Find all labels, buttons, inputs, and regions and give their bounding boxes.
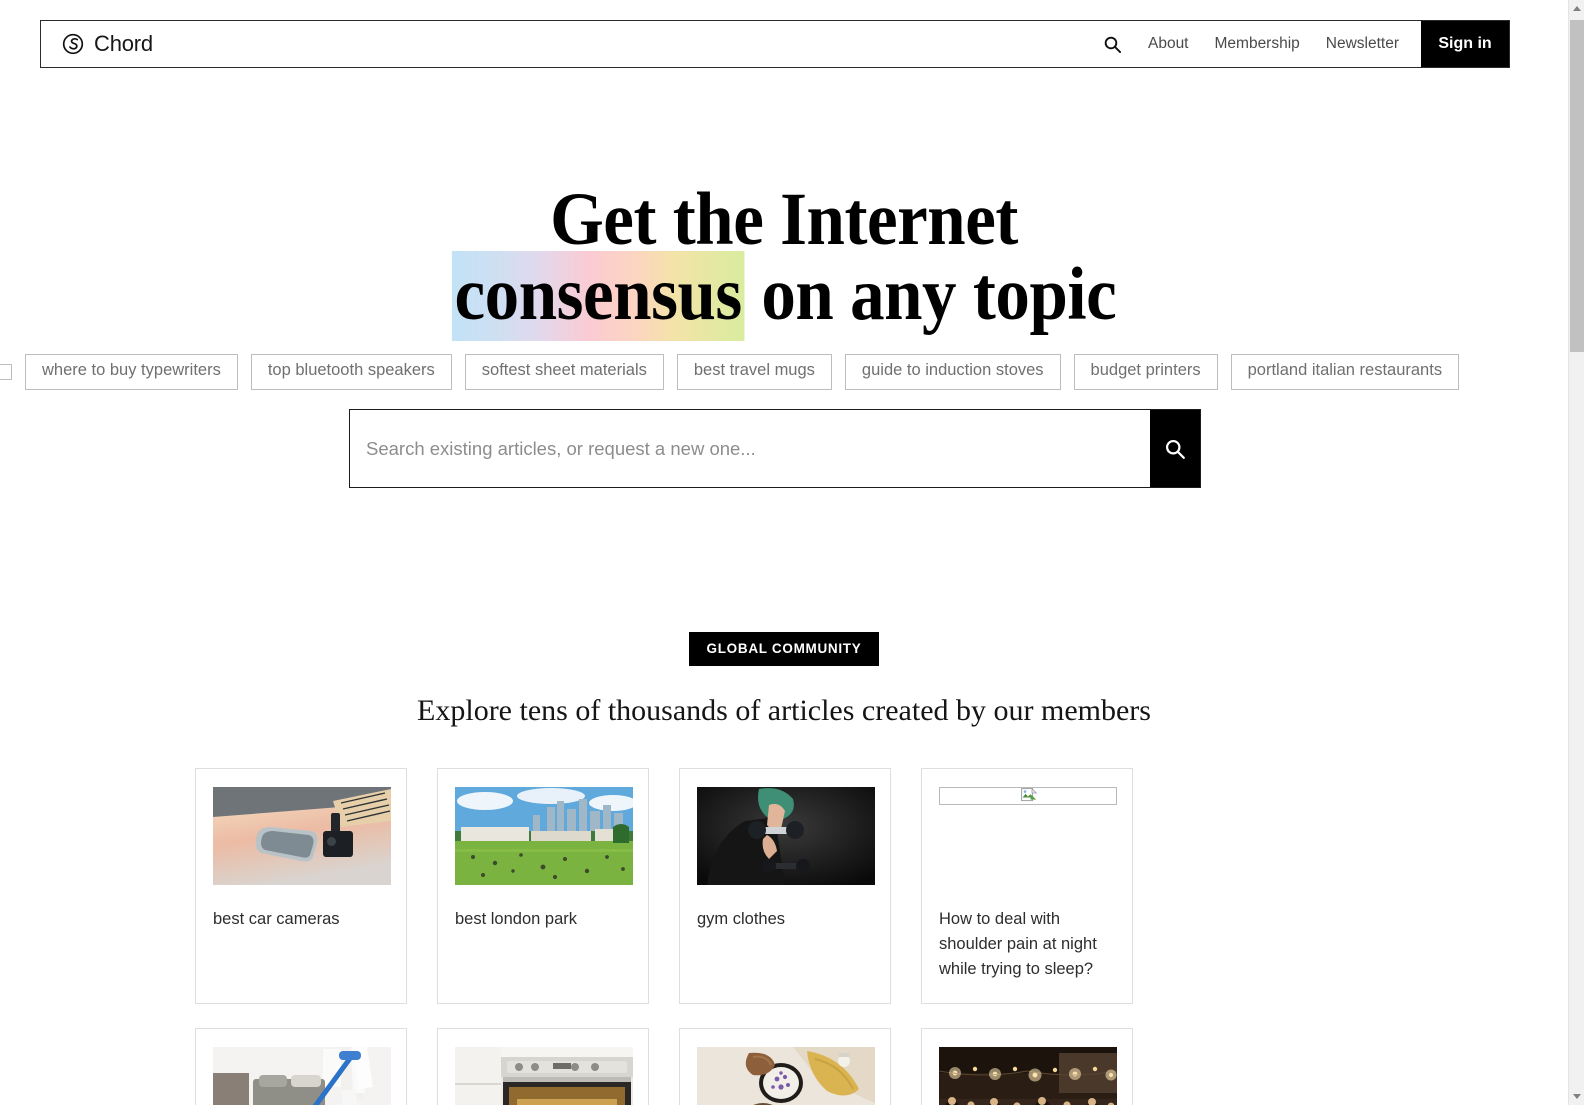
article-card-title: gym clothes: [697, 910, 786, 928]
scrollbar-up-button[interactable]: [1569, 0, 1584, 17]
brand-logo[interactable]: Chord: [41, 21, 153, 67]
hero-line-2-rest: on any topic: [744, 253, 1117, 336]
article-card-title: best car cameras: [213, 910, 340, 928]
search-icon[interactable]: [1103, 35, 1122, 54]
nav-item-newsletter[interactable]: Newsletter: [1326, 35, 1399, 53]
scrollbar-thumb[interactable]: [1570, 20, 1584, 352]
header-spacer: [153, 21, 1103, 67]
primary-nav: About Membership Newsletter: [1103, 21, 1421, 67]
nav-item-membership[interactable]: Membership: [1215, 35, 1300, 53]
restaurant-interior-photo: [939, 1047, 1117, 1105]
brand-name: Chord: [94, 31, 153, 56]
caret-up-icon: [1573, 6, 1581, 11]
article-card[interactable]: gym clothes: [679, 768, 891, 1005]
section-heading: Explore tens of thousands of articles cr…: [417, 694, 1151, 727]
suggestion-chip-induction-stoves[interactable]: guide to induction stoves: [844, 354, 1061, 390]
suggestion-chip-travel-mugs[interactable]: best travel mugs: [676, 354, 832, 390]
hero-section: Get the Internet consensus on any topic: [0, 182, 1568, 341]
chord-monogram-icon: [62, 33, 84, 55]
suggestion-chips: where to buy typewriters top bluetooth s…: [0, 354, 1568, 390]
car-dashcam-photo: [213, 787, 391, 885]
london-skyline-park-photo: [455, 787, 633, 885]
page-viewport: Chord About Membership Newsletter Sign i…: [0, 0, 1568, 1105]
search-input[interactable]: [350, 410, 1150, 487]
search-icon: [1165, 439, 1185, 459]
community-section: GLOBAL COMMUNITY Explore tens of thousan…: [0, 632, 1568, 728]
article-card-title: best london park: [455, 910, 578, 928]
page-title: Get the Internet consensus on any topic: [63, 182, 1506, 341]
cordless-vacuum-photo: [213, 1047, 391, 1105]
suggestion-chip-clipped[interactable]: [0, 364, 12, 380]
article-card[interactable]: [679, 1028, 891, 1105]
sign-in-button[interactable]: Sign in: [1421, 21, 1509, 67]
pastry-table-photo: [697, 1047, 875, 1105]
suggestion-chip-bluetooth-speakers[interactable]: top bluetooth speakers: [250, 354, 452, 390]
dumbbell-workout-photo: [697, 787, 875, 885]
suggestion-chip-typewriters[interactable]: where to buy typewriters: [25, 354, 238, 390]
vertical-scrollbar[interactable]: [1568, 0, 1584, 1105]
broken-image-placeholder: [939, 787, 1117, 805]
article-card[interactable]: best london park: [437, 768, 649, 1005]
article-card[interactable]: [437, 1028, 649, 1105]
oven-kitchen-photo: [455, 1047, 633, 1105]
suggestion-chip-italian-restaurants[interactable]: portland italian restaurants: [1230, 354, 1460, 390]
nav-item-about[interactable]: About: [1148, 35, 1189, 53]
status-badge: GLOBAL COMMUNITY: [688, 632, 880, 666]
hero-highlight-word: consensus: [451, 251, 745, 341]
article-card-title: How to deal with shoulder pain at night …: [939, 910, 1097, 978]
article-grid: best car cameras best london park gym cl…: [195, 768, 1357, 1105]
broken-image-icon: [1021, 788, 1038, 802]
article-card[interactable]: best cordless vacuum cleaners: [195, 1028, 407, 1105]
search-submit-button[interactable]: [1150, 410, 1200, 487]
suggestion-chip-budget-printers[interactable]: budget printers: [1073, 354, 1218, 390]
article-card[interactable]: How to deal with shoulder pain at night …: [921, 768, 1133, 1005]
search-bar: [349, 409, 1201, 488]
suggestion-chip-sheet-materials[interactable]: softest sheet materials: [464, 354, 664, 390]
site-header: Chord About Membership Newsletter Sign i…: [40, 20, 1510, 68]
article-card[interactable]: [921, 1028, 1133, 1105]
article-card[interactable]: best car cameras: [195, 768, 407, 1005]
caret-down-icon: [1573, 1094, 1581, 1099]
scrollbar-down-button[interactable]: [1569, 1088, 1584, 1105]
hero-line-1: Get the Internet: [550, 178, 1018, 261]
